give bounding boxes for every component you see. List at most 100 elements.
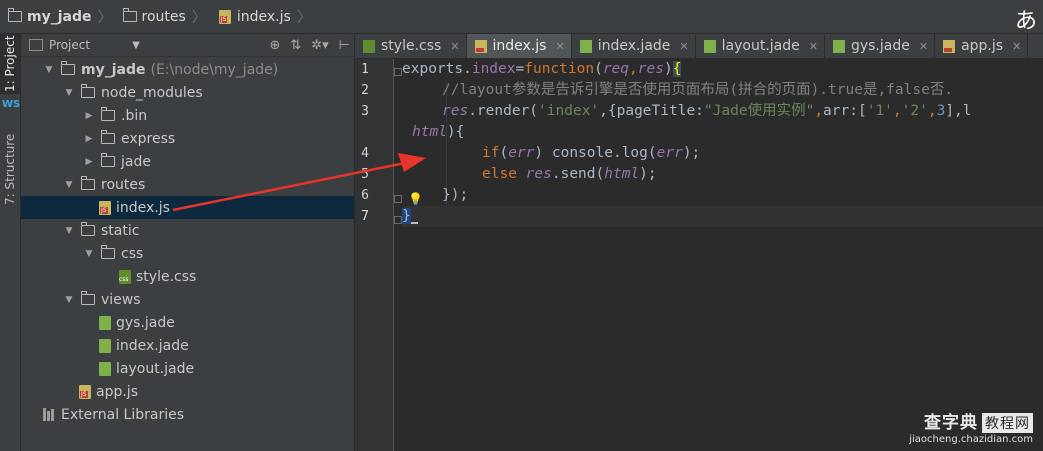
breadcrumb-item-routes[interactable]: routes — [115, 0, 190, 33]
tree-node-bin[interactable]: ▶ .bin — [21, 104, 354, 127]
libraries-icon — [43, 408, 57, 421]
code-line-7: } — [402, 206, 418, 227]
jade-file-icon — [99, 338, 111, 353]
expanded-arrow-icon[interactable]: ▼ — [83, 249, 95, 259]
tree-node-express[interactable]: ▶ express — [21, 127, 354, 150]
close-icon[interactable]: ✕ — [919, 40, 928, 53]
tab-app-js[interactable]: app.js ✕ — [935, 34, 1029, 58]
tree-node-style-css[interactable]: style.css — [21, 265, 354, 288]
tree-node-node-modules[interactable]: ▼ node_modules — [21, 81, 354, 104]
expanded-arrow-icon[interactable]: ▼ — [63, 88, 75, 98]
tree-node-static[interactable]: ▼ static — [21, 219, 354, 242]
code-line-4: if(err) console.log(err); — [482, 145, 701, 161]
tab-index-js[interactable]: index.js ✕ — [466, 34, 572, 58]
tree-node-jade[interactable]: ▶ jade — [21, 150, 354, 173]
expanded-arrow-icon[interactable]: ▼ — [63, 226, 75, 236]
tree-node-path: (E:\node\my_jade) — [150, 61, 279, 78]
tree-node-label: index.jade — [116, 337, 189, 354]
collapsed-arrow-icon[interactable]: ▶ — [83, 134, 95, 144]
editor-tab-bar: style.css ✕ index.js ✕ index.jade ✕ layo… — [355, 34, 1043, 59]
project-tool-tab[interactable]: 1: Project — [0, 34, 20, 94]
breadcrumb-item-index-js[interactable]: index.js — [209, 0, 295, 33]
breadcrumb-separator-icon: 〉 — [191, 8, 207, 26]
tree-node-gys-jade[interactable]: gys.jade — [21, 311, 354, 334]
breadcrumb-label: routes — [141, 8, 186, 25]
close-icon[interactable]: ✕ — [809, 40, 818, 53]
tab-layout-jade[interactable]: layout.jade ✕ — [696, 34, 825, 58]
tree-node-label: style.css — [136, 268, 197, 285]
tree-node-app-js[interactable]: app.js — [21, 380, 354, 403]
collapsed-arrow-icon[interactable]: ▶ — [83, 111, 95, 121]
fold-marker-icon[interactable] — [394, 195, 402, 203]
folder-icon — [122, 8, 137, 22]
tree-node-label: static — [101, 222, 140, 239]
code-line-3: res.render('index',{pageTitle:"Jade使用实例"… — [442, 103, 972, 119]
js-file-icon — [99, 200, 111, 215]
project-panel: Project ▼ ⊕ ⇅ ✲▾ ⊢ ▼ my_jade (E:\node\my… — [21, 34, 355, 451]
folder-icon — [81, 222, 95, 236]
gear-icon[interactable]: ✲▾ — [311, 38, 328, 53]
ime-indicator: あ — [1014, 9, 1037, 34]
tab-label: app.js — [961, 38, 1004, 54]
css-file-icon — [119, 269, 131, 284]
line-number-gutter[interactable]: 1 2 3 4 5 6 7 — [355, 59, 394, 451]
breadcrumb-separator-icon: 〉 — [97, 8, 113, 26]
tree-node-index-jade[interactable]: index.jade — [21, 334, 354, 357]
tree-node-label: views — [101, 291, 141, 308]
js-file-icon — [474, 39, 487, 53]
structure-tool-tab[interactable]: 7: Structure — [0, 129, 20, 209]
tab-index-jade[interactable]: index.jade ✕ — [572, 34, 696, 58]
line-number: 6 — [361, 188, 369, 203]
tree-node-routes[interactable]: ▼ routes — [21, 173, 354, 196]
tree-node-css[interactable]: ▼ css — [21, 242, 354, 265]
code-line-3-wrap: html){ — [412, 124, 465, 140]
tree-node-external-libraries[interactable]: External Libraries — [21, 403, 354, 426]
code-line-2: //layout参数是告诉引擎是否使用页面布局(拼合的页面).true是,fal… — [442, 82, 954, 98]
tab-label: style.css — [381, 38, 442, 54]
locate-icon[interactable]: ⊕ — [269, 38, 280, 53]
watermark-title: 查字典 教程网 — [909, 408, 1033, 433]
expanded-arrow-icon[interactable]: ▼ — [63, 180, 75, 190]
tree-node-label: jade — [121, 153, 151, 170]
close-icon[interactable]: ✕ — [679, 40, 688, 53]
tree-node-my-jade[interactable]: ▼ my_jade (E:\node\my_jade) — [21, 58, 354, 81]
tab-style-css[interactable]: style.css ✕ — [355, 34, 467, 58]
code-line-6: }); — [442, 187, 469, 203]
expanded-arrow-icon[interactable]: ▼ — [43, 65, 55, 75]
folder-icon — [101, 107, 115, 121]
chevron-down-icon[interactable]: ▼ — [132, 40, 140, 51]
project-view-icon — [29, 39, 43, 51]
jade-file-icon — [703, 39, 716, 53]
folder-icon — [81, 84, 95, 98]
line-number: 2 — [361, 83, 369, 98]
close-icon[interactable]: ✕ — [555, 40, 564, 53]
js-file-icon — [79, 384, 91, 399]
tree-node-index-js[interactable]: index.js — [21, 196, 354, 219]
tab-gys-jade[interactable]: gys.jade ✕ — [825, 34, 936, 58]
fold-marker-icon[interactable] — [394, 216, 402, 224]
folder-icon — [61, 61, 75, 75]
jade-file-icon — [832, 39, 845, 53]
code-line-1: exports.index=function(req,res){ — [402, 61, 682, 77]
breadcrumb-item-my-jade[interactable]: my_jade — [0, 0, 95, 33]
code-editor: style.css ✕ index.js ✕ index.jade ✕ layo… — [355, 34, 1043, 451]
code-area[interactable]: exports.index=function(req,res){ //layou… — [402, 59, 1043, 451]
fold-marker-icon[interactable] — [394, 68, 402, 76]
tool-window-strip: 1: Project WS 7: Structure — [0, 34, 21, 451]
tree-node-label: routes — [101, 176, 146, 193]
expanded-arrow-icon[interactable]: ▼ — [63, 295, 75, 305]
tree-node-label: node_modules — [101, 84, 203, 101]
project-view-selector[interactable]: Project — [49, 38, 90, 52]
tree-node-label: app.js — [96, 383, 138, 400]
line-number: 7 — [361, 209, 369, 224]
tree-node-views[interactable]: ▼ views — [21, 288, 354, 311]
close-icon[interactable]: ✕ — [1012, 40, 1021, 53]
hide-panel-icon[interactable]: ⊢ — [339, 38, 350, 53]
tab-label: index.js — [492, 38, 547, 54]
folder-icon — [81, 176, 95, 190]
tree-node-label: .bin — [121, 107, 148, 124]
collapse-all-icon[interactable]: ⇅ — [290, 38, 301, 53]
close-icon[interactable]: ✕ — [450, 40, 459, 53]
collapsed-arrow-icon[interactable]: ▶ — [83, 157, 95, 167]
tree-node-layout-jade[interactable]: layout.jade — [21, 357, 354, 380]
